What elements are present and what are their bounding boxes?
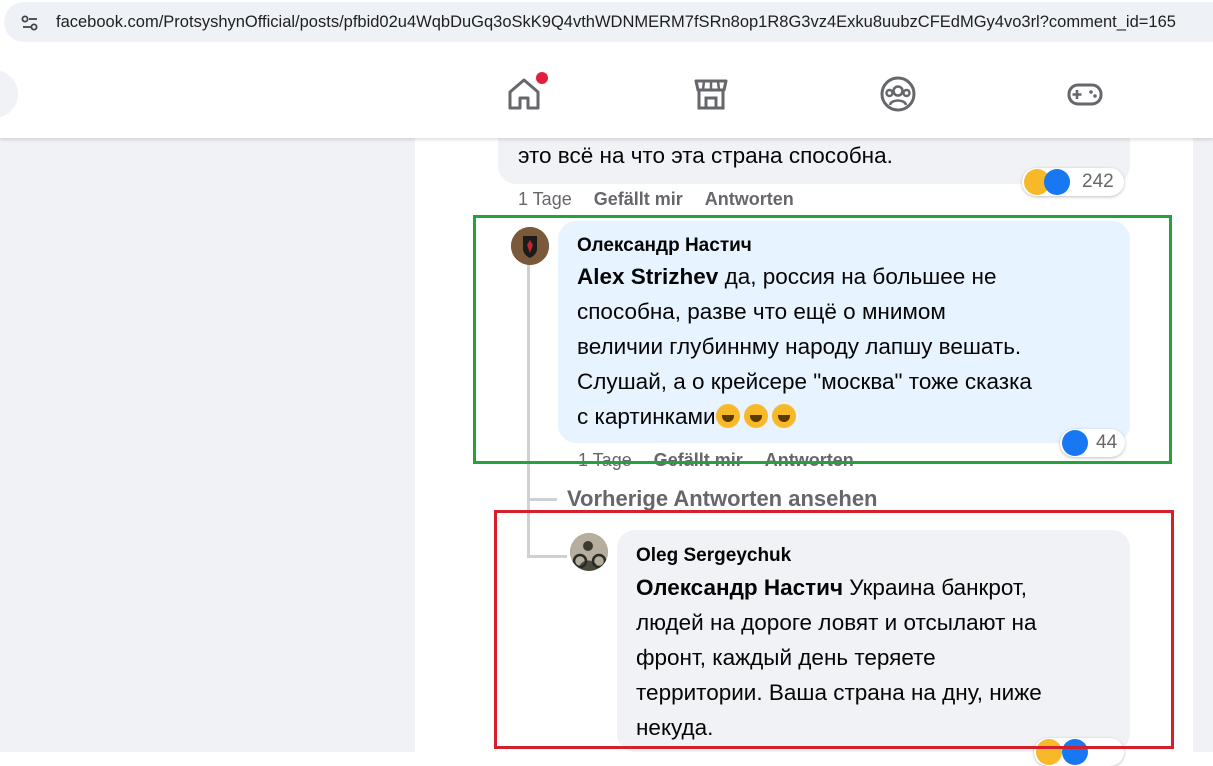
reaction-summary[interactable]: 242 xyxy=(1022,168,1124,196)
address-bar[interactable]: facebook.com/ProtsyshynOfficial/posts/pf… xyxy=(4,2,1213,42)
home-notification-dot xyxy=(536,72,548,84)
reaction-count: 242 xyxy=(1082,171,1114,192)
green-highlight-box xyxy=(473,215,1172,464)
like-reaction-icon xyxy=(1044,169,1070,195)
groups-icon[interactable] xyxy=(878,74,918,114)
facebook-top-nav xyxy=(0,50,1213,138)
view-previous-replies-link[interactable]: Vorherige Antworten ansehen xyxy=(567,486,878,512)
comment-actions: 1 Tage Gefällt mir Antworten xyxy=(518,189,794,210)
red-highlight-box xyxy=(494,510,1174,749)
thread-line xyxy=(527,498,557,501)
search-button-partial[interactable] xyxy=(0,70,18,118)
comment-text: это всё на что эта страна способна. xyxy=(518,143,893,168)
browser-url-bar: facebook.com/ProtsyshynOfficial/posts/pf… xyxy=(0,0,1213,48)
reply-link[interactable]: Antworten xyxy=(705,189,794,209)
marketplace-icon[interactable] xyxy=(691,74,731,114)
url-text[interactable]: facebook.com/ProtsyshynOfficial/posts/pf… xyxy=(56,13,1176,32)
right-gutter xyxy=(1193,138,1213,752)
gaming-icon[interactable] xyxy=(1065,74,1105,114)
like-link[interactable]: Gefällt mir xyxy=(594,189,683,209)
site-info-icon[interactable] xyxy=(18,11,42,35)
left-sidebar-area xyxy=(0,138,415,752)
comment-age: 1 Tage xyxy=(518,189,572,209)
